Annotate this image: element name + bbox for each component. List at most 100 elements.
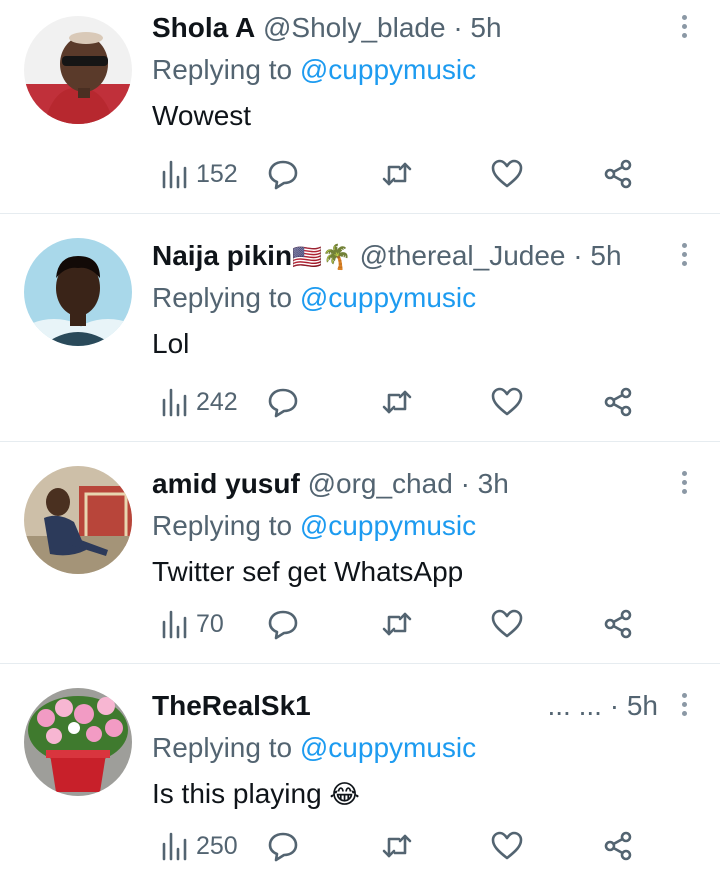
- avatar[interactable]: [24, 688, 132, 796]
- display-name[interactable]: Naija pikin: [152, 240, 292, 271]
- views-button[interactable]: 70: [158, 604, 224, 644]
- avatar[interactable]: [24, 238, 132, 346]
- share-button[interactable]: [602, 604, 636, 644]
- reply-button[interactable]: [266, 604, 300, 644]
- timestamp[interactable]: 5h: [627, 690, 658, 721]
- separator-dot: ·: [609, 690, 620, 721]
- heart-icon: [491, 609, 523, 638]
- like-button[interactable]: [490, 154, 524, 194]
- reply-button[interactable]: [266, 382, 300, 422]
- tweet-header: amid yusuf @org_chad · 3h: [152, 466, 700, 502]
- retweet-button[interactable]: [380, 826, 414, 866]
- vertical-ellipsis-icon[interactable]: [674, 240, 694, 270]
- vertical-ellipsis-icon[interactable]: [674, 690, 694, 720]
- retweet-icon: [382, 390, 412, 414]
- bar-chart-icon: [162, 610, 187, 639]
- name-emoji-flags: 🇺🇸🌴: [292, 244, 352, 271]
- speech-bubble-icon: [268, 388, 298, 418]
- like-button[interactable]: [490, 604, 524, 644]
- replying-to: Replying to @cuppymusic: [152, 508, 700, 544]
- share-icon: [604, 159, 632, 189]
- mention-link[interactable]: @cuppymusic: [300, 282, 476, 313]
- bar-chart-icon: [162, 388, 187, 417]
- replying-prefix: Replying to: [152, 732, 300, 763]
- tweet-header: Shola A @Sholy_blade · 5h: [152, 10, 700, 46]
- bar-chart-icon: [162, 160, 187, 189]
- speech-bubble-icon: [268, 832, 298, 862]
- tweet-actions: 250: [158, 826, 648, 866]
- replying-to: Replying to @cuppymusic: [152, 280, 700, 316]
- timestamp[interactable]: 3h: [478, 468, 509, 499]
- share-button[interactable]: [602, 382, 636, 422]
- tweet-actions: 70: [158, 604, 648, 644]
- user-handle[interactable]: @Sholy_blade: [263, 12, 446, 43]
- tweet-text: Lol: [152, 328, 190, 359]
- tweet-header: TheRealSk1 ... ... · 5h: [152, 688, 700, 724]
- tweet-text: Is this playing 😂: [152, 776, 700, 812]
- bar-chart-icon: [162, 832, 187, 861]
- mention-link[interactable]: @cuppymusic: [300, 54, 476, 85]
- heart-icon: [491, 387, 523, 416]
- separator-dot: ·: [453, 12, 463, 43]
- separator-dot: ·: [573, 240, 583, 271]
- replying-prefix: Replying to: [152, 54, 300, 85]
- views-button[interactable]: 250: [158, 826, 238, 866]
- retweet-button[interactable]: [380, 154, 414, 194]
- separator-dot: ·: [460, 468, 470, 499]
- reply-button[interactable]: [266, 826, 300, 866]
- replying-to: Replying to @cuppymusic: [152, 52, 700, 88]
- tweet-actions: 242: [158, 382, 648, 422]
- tweet[interactable]: amid yusuf @org_chad · 3h Replying to @c…: [0, 442, 720, 664]
- speech-bubble-icon: [268, 610, 298, 640]
- share-button[interactable]: [602, 154, 636, 194]
- speech-bubble-icon: [268, 160, 298, 190]
- laughing-emoji: 😂: [329, 779, 360, 809]
- share-icon: [604, 831, 632, 861]
- views-button[interactable]: 242: [158, 382, 238, 422]
- retweet-icon: [382, 834, 412, 858]
- replying-prefix: Replying to: [152, 282, 300, 313]
- views-count: 250: [196, 831, 238, 860]
- tweet-header: Naija pikin🇺🇸🌴 @thereal_Judee · 5h: [152, 238, 700, 274]
- user-handle[interactable]: @thereal_Judee: [360, 240, 566, 271]
- views-count: 242: [196, 387, 238, 416]
- like-button[interactable]: [490, 826, 524, 866]
- timestamp[interactable]: 5h: [470, 12, 501, 43]
- retweet-button[interactable]: [380, 604, 414, 644]
- views-button[interactable]: 152: [158, 154, 238, 194]
- avatar[interactable]: [24, 16, 132, 124]
- avatar[interactable]: [24, 466, 132, 574]
- vertical-ellipsis-icon[interactable]: [674, 12, 694, 42]
- tweet-actions: 152: [158, 154, 648, 194]
- views-count: 152: [196, 159, 238, 188]
- tweet-text-content: Is this playing: [152, 778, 322, 809]
- tweet[interactable]: Naija pikin🇺🇸🌴 @thereal_Judee · 5h Reply…: [0, 214, 720, 442]
- retweet-button[interactable]: [380, 382, 414, 422]
- retweet-icon: [382, 612, 412, 636]
- replying-to: Replying to @cuppymusic: [152, 730, 700, 766]
- display-name[interactable]: Shola A: [152, 12, 255, 43]
- vertical-ellipsis-icon[interactable]: [674, 468, 694, 498]
- mention-link[interactable]: @cuppymusic: [300, 732, 476, 763]
- display-name[interactable]: TheRealSk1: [152, 690, 311, 721]
- reply-feed: Shola A @Sholy_blade · 5h Replying to @c…: [0, 0, 720, 883]
- tweet[interactable]: TheRealSk1 ... ... · 5h Replying to @cup…: [0, 664, 720, 883]
- tweet[interactable]: Shola A @Sholy_blade · 5h Replying to @c…: [0, 0, 720, 214]
- share-icon: [604, 387, 632, 417]
- heart-icon: [491, 831, 523, 860]
- user-handle[interactable]: @org_chad: [308, 468, 453, 499]
- handle-and-time: ... ... · 5h: [547, 688, 658, 724]
- reply-button[interactable]: [266, 154, 300, 194]
- heart-icon: [491, 159, 523, 188]
- views-count: 70: [196, 609, 224, 638]
- display-name[interactable]: amid yusuf: [152, 468, 300, 499]
- like-button[interactable]: [490, 382, 524, 422]
- replying-prefix: Replying to: [152, 510, 300, 541]
- truncated-handle[interactable]: ... ...: [547, 690, 601, 721]
- timestamp[interactable]: 5h: [590, 240, 621, 271]
- mention-link[interactable]: @cuppymusic: [300, 510, 476, 541]
- tweet-text: Wowest: [152, 100, 252, 131]
- share-button[interactable]: [602, 826, 636, 866]
- share-icon: [604, 609, 632, 639]
- tweet-text: Twitter sef get WhatsApp: [152, 556, 464, 587]
